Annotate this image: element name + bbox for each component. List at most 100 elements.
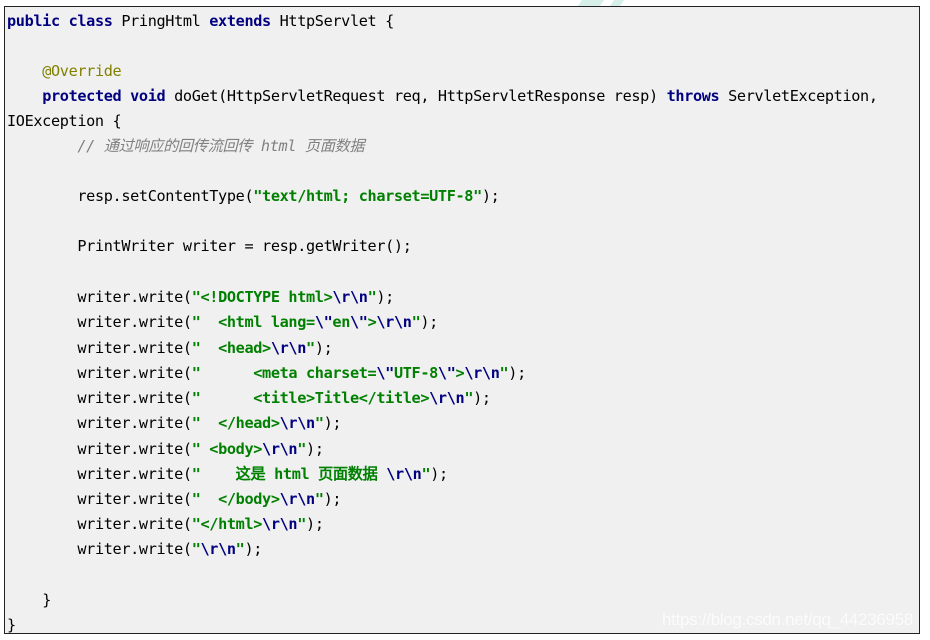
escape-sequence: \" [350,313,368,331]
escape-sequence: \r\n [270,339,307,357]
escape-sequence: \r\n [376,313,412,331]
code-text: ); [323,490,342,508]
code-text: IOException { [7,112,122,130]
escape-sequence: \r\n [279,490,316,508]
annotation: @Override [42,62,122,80]
code-line: protected void doGet(HttpServletRequest … [7,86,878,106]
string-literal: " 这是 html 页面数据 [191,465,387,483]
code-text: writer.write( [77,440,192,458]
escape-sequence: \r\n [429,389,465,407]
code-text: ); [244,540,263,558]
code-text: ); [508,364,526,382]
code-text: ); [420,313,438,331]
keyword: extends [209,12,271,30]
code-line: writer.write(" <meta charset=\"UTF-8\">\… [7,363,526,383]
escape-sequence: \r\n [262,515,298,533]
code-line: IOException { [7,111,122,131]
code-text: writer.write( [77,515,192,533]
code-text: writer.write( [77,414,192,432]
code-text: ); [306,440,324,458]
code-text: ); [430,465,448,483]
string-literal: " <head> [191,339,272,357]
code-line: writer.write(" </head>\r\n"); [7,413,341,433]
code-text: ServletException, [719,87,878,105]
code-text: writer.write( [77,389,192,407]
keyword: public [7,12,60,30]
string-literal: " <title>Title</title> [191,389,430,407]
string-literal: " </head> [191,414,280,432]
string-literal: " [421,465,431,483]
code-text: } [7,616,16,634]
string-literal: "</html> [191,515,263,533]
code-line: writer.write("\r\n"); [7,539,262,559]
string-literal: " [306,339,315,357]
code-line: writer.write(" <html lang=\"en\">\r\n"); [7,312,438,332]
code-line: writer.write("</html>\r\n"); [7,514,324,534]
string-literal: UTF-8 [393,364,438,382]
escape-sequence: \r\n [262,440,298,458]
code-text: writer.write( [77,339,192,357]
code-line: writer.write(" <title>Title</title>\r\n"… [7,388,491,408]
code-line: writer.write("<!DOCTYPE html>\r\n"); [7,287,394,307]
keyword: void [130,87,166,105]
string-literal: " [314,490,324,508]
code-line: // 通过响应的回传流回传 html 页面数据 [7,136,364,156]
string-literal: " <html lang= [191,313,315,331]
code-line: } [7,590,51,610]
escape-sequence: \" [314,313,333,331]
keyword: protected [42,87,122,105]
code-text: PringHtml [112,12,210,30]
string-literal: " [297,440,307,458]
code-line: writer.write(" <body>\r\n"); [7,439,324,459]
string-literal: " </body> [191,490,280,508]
code-line: writer.write(" <head>\r\n"); [7,338,332,358]
escape-sequence: \r\n [464,364,500,382]
escape-sequence: \" [376,364,394,382]
code-line: resp.setContentType("text/html; charset=… [7,186,499,206]
code-text: ); [314,339,333,357]
code-text: ); [376,288,394,306]
code-text: ); [481,187,500,205]
code-text: ); [473,389,491,407]
string-literal: "<!DOCTYPE html> [191,288,333,306]
string-literal: > [455,364,465,382]
code-text: writer.write( [77,364,192,382]
code-text: HttpServlet { [270,12,395,30]
code-text: ); [323,414,342,432]
blog-url-watermark: https://blog.csdn.net/qq_44236958 [662,610,913,629]
code-block: https://blog.csdn.net/qq_44236958 public… [4,6,920,634]
escape-sequence: \r\n [386,465,422,483]
code-line: writer.write(" 这是 html 页面数据 \r\n"); [7,464,448,484]
code-text: writer.write( [77,313,192,331]
string-literal: " <meta charset= [191,364,377,382]
code-line: PrintWriter writer = resp.getWriter(); [7,236,412,256]
string-literal: " <body> [191,440,263,458]
escape-sequence: \r\n [332,288,368,306]
string-literal: "text/html; charset=UTF-8" [253,187,482,205]
code-text: writer.write( [77,465,192,483]
string-literal: " [314,414,324,432]
code-line: writer.write(" </body>\r\n"); [7,489,341,509]
code-line: public class PringHtml extends HttpServl… [7,11,394,31]
string-literal: en [332,313,350,331]
code-text: ); [306,515,324,533]
code-text: } [42,591,51,609]
escape-sequence: \r\n [200,540,236,558]
code-text: writer.write( [77,288,192,306]
